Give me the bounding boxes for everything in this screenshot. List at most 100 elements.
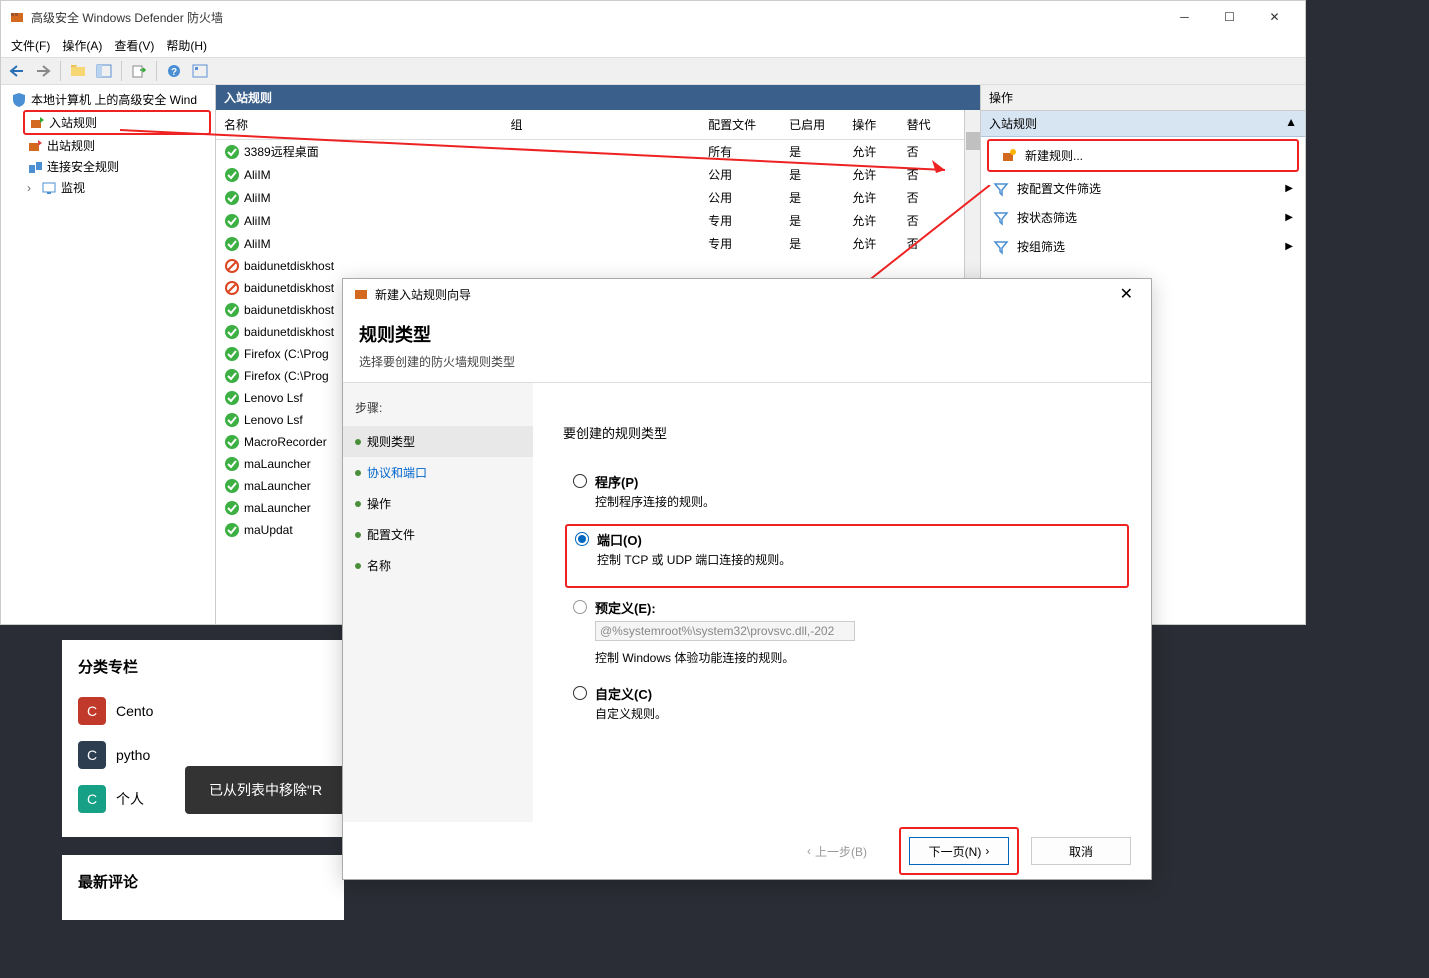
rule-type-prompt: 要创建的规则类型 [563, 423, 1121, 442]
view-button[interactable] [92, 60, 116, 82]
firewall-icon [9, 9, 25, 25]
rule-row[interactable]: AliIM专用是允许否 [216, 209, 964, 232]
category-badge-icon: C [78, 785, 106, 813]
maximize-button[interactable]: ☐ [1207, 2, 1252, 32]
rule-row[interactable]: baidunetdiskhost [216, 255, 964, 277]
titlebar: 高级安全 Windows Defender 防火墙 ─ ☐ ✕ [1, 1, 1305, 33]
action-filter-group-label: 按组筛选 [1017, 238, 1065, 255]
window-title: 高级安全 Windows Defender 防火墙 [31, 9, 1162, 26]
tree-inbound-label: 入站规则 [49, 114, 97, 131]
export-button[interactable] [127, 60, 151, 82]
radio-port[interactable]: 端口(O) 控制 TCP 或 UDP 端口连接的规则。 [575, 530, 1119, 582]
radio-predefined[interactable]: 预定义(E): 控制 Windows 体验功能连接的规则。 [573, 598, 1121, 680]
step-profile[interactable]: 配置文件 [343, 519, 533, 550]
wizard-titlebar: 新建入站规则向导 ✕ [343, 279, 1151, 309]
new-rule-wizard: 新建入站规则向导 ✕ 规则类型 选择要创建的防火墙规则类型 步骤: 规则类型 协… [342, 278, 1152, 880]
arrow-icon: ▶ [1285, 183, 1293, 194]
window-controls: ─ ☐ ✕ [1162, 2, 1297, 32]
cancel-button[interactable]: 取消 [1031, 837, 1131, 865]
category-badge-icon: C [78, 741, 106, 769]
category-badge-icon: C [78, 697, 106, 725]
menu-view[interactable]: 查看(V) [108, 35, 160, 56]
back-button[interactable] [5, 60, 29, 82]
predefined-select [595, 621, 855, 641]
toolbar: ? [1, 57, 1305, 85]
col-profile[interactable]: 配置文件 [708, 116, 789, 133]
filter-icon [993, 181, 1009, 197]
actions-header: 操作 [981, 85, 1305, 111]
radio-custom[interactable]: 自定义(C) 自定义规则。 [573, 684, 1121, 736]
collapse-icon[interactable]: ▲ [1285, 115, 1297, 132]
action-filter-state-label: 按状态筛选 [1017, 209, 1077, 226]
action-filter-state[interactable]: 按状态筛选 ▶ [981, 203, 1305, 232]
tree-outbound-rules[interactable]: 出站规则 [1, 135, 215, 156]
minimize-button[interactable]: ─ [1162, 2, 1207, 32]
col-group[interactable]: 组 [510, 116, 708, 133]
security-icon [27, 159, 43, 175]
step-name[interactable]: 名称 [343, 550, 533, 581]
col-override[interactable]: 替代 [907, 116, 956, 133]
expand-icon: › [27, 181, 37, 195]
close-button[interactable]: ✕ [1252, 2, 1297, 32]
recent-comments-box: 最新评论 [62, 855, 344, 920]
list-title: 入站规则 [216, 85, 980, 110]
shield-icon [11, 92, 27, 108]
new-rule-icon [1001, 148, 1017, 164]
svg-text:?: ? [171, 67, 177, 78]
folder-button[interactable] [66, 60, 90, 82]
col-action[interactable]: 操作 [852, 116, 906, 133]
tree-root-label: 本地计算机 上的高级安全 Wind [31, 91, 197, 108]
inbound-icon [29, 115, 45, 131]
action-filter-profile[interactable]: 按配置文件筛选 ▶ [981, 174, 1305, 203]
col-enabled[interactable]: 已启用 [789, 116, 852, 133]
wizard-subtitle: 选择要创建的防火墙规则类型 [359, 353, 1135, 370]
tree-monitor-label: 监视 [61, 179, 85, 196]
help-button[interactable]: ? [162, 60, 186, 82]
column-headers: 名称 组 配置文件 已启用 操作 替代 [216, 110, 964, 140]
menubar: 文件(F) 操作(A) 查看(V) 帮助(H) [1, 33, 1305, 57]
filter-icon [993, 210, 1009, 226]
action-filter-group[interactable]: 按组筛选 ▶ [981, 232, 1305, 261]
step-protocol-port[interactable]: 协议和端口 [343, 457, 533, 488]
wizard-close-button[interactable]: ✕ [1112, 280, 1141, 308]
col-name[interactable]: 名称 [224, 116, 510, 133]
wizard-content: 要创建的规则类型 程序(P) 控制程序连接的规则。 端口(O) 控制 TCP 或… [533, 383, 1151, 822]
category-title: 分类专栏 [78, 656, 328, 677]
prev-button: ‹ 上一步(B) [787, 837, 887, 865]
toast-notification: 已从列表中移除"R [185, 766, 346, 814]
wizard-title: 新建入站规则向导 [375, 286, 1112, 303]
next-button[interactable]: 下一页(N) › [909, 837, 1009, 865]
rule-row[interactable]: AliIM公用是允许否 [216, 186, 964, 209]
tree-outbound-label: 出站规则 [47, 137, 95, 154]
wizard-steps-pane: 步骤: 规则类型 协议和端口 操作 配置文件 名称 [343, 383, 533, 822]
wizard-header: 规则类型 选择要创建的防火墙规则类型 [343, 309, 1151, 382]
rule-row[interactable]: 3389远程桌面所有是允许否 [216, 140, 964, 163]
steps-label: 步骤: [343, 399, 533, 426]
wizard-heading: 规则类型 [359, 321, 1135, 347]
wizard-footer: ‹ 上一步(B) 下一页(N) › 取消 [343, 823, 1151, 879]
step-action[interactable]: 操作 [343, 488, 533, 519]
tree-security-label: 连接安全规则 [47, 158, 119, 175]
monitor-icon [41, 180, 57, 196]
details-button[interactable] [188, 60, 212, 82]
forward-button[interactable] [31, 60, 55, 82]
filter-icon [993, 239, 1009, 255]
tree-root[interactable]: 本地计算机 上的高级安全 Wind [1, 89, 215, 110]
action-new-rule[interactable]: 新建规则... [989, 141, 1297, 170]
tree-monitor[interactable]: › 监视 [1, 177, 215, 198]
menu-help[interactable]: 帮助(H) [160, 35, 213, 56]
menu-action[interactable]: 操作(A) [56, 35, 108, 56]
actions-section: 入站规则 ▲ [981, 111, 1305, 137]
radio-program[interactable]: 程序(P) 控制程序连接的规则。 [573, 472, 1121, 524]
action-new-rule-label: 新建规则... [1025, 147, 1083, 164]
firewall-icon [353, 286, 369, 302]
step-rule-type[interactable]: 规则类型 [343, 426, 533, 457]
rule-row[interactable]: AliIM公用是允许否 [216, 163, 964, 186]
tree-security-rules[interactable]: 连接安全规则 [1, 156, 215, 177]
outbound-icon [27, 138, 43, 154]
rule-row[interactable]: AliIM专用是允许否 [216, 232, 964, 255]
category-item[interactable]: C Cento [78, 689, 328, 733]
arrow-icon: ▶ [1285, 241, 1293, 252]
tree-inbound-rules[interactable]: 入站规则 [25, 112, 209, 133]
menu-file[interactable]: 文件(F) [5, 35, 56, 56]
